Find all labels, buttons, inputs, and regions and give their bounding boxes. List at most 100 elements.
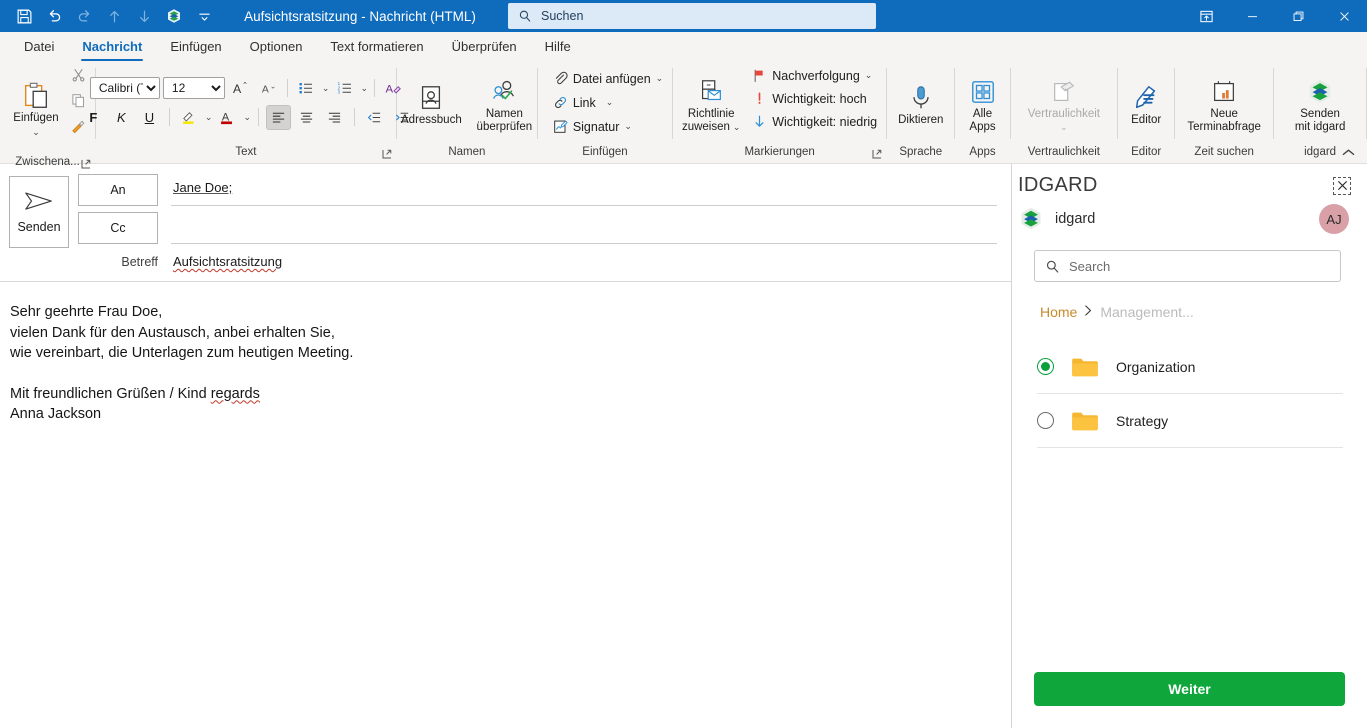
ribbon-group-findtime: Neue Terminabfrage Zeit suchen (1175, 62, 1273, 163)
close-icon[interactable] (1321, 0, 1367, 32)
numbering-chevron-icon[interactable]: ⌄ (360, 83, 368, 94)
idgard-task-pane: IDGARD idgard AJ Search Home Management.… (1012, 164, 1367, 728)
up-arrow-icon[interactable] (100, 3, 128, 29)
redo-icon[interactable] (70, 3, 98, 29)
italic-button[interactable]: K (109, 105, 134, 130)
high-importance-button[interactable]: Wichtigkeit: hoch (747, 87, 882, 110)
font-family-select[interactable]: Calibri (T (89, 77, 160, 99)
all-apps-button[interactable]: Alle Apps (960, 72, 1006, 134)
send-button[interactable]: Senden (9, 176, 69, 248)
align-left-button[interactable] (265, 104, 291, 130)
idgard-label-2: mit idgard (1294, 120, 1346, 133)
sensitivity-icon (1050, 76, 1078, 108)
shrink-font-button[interactable]: A ⌄ (256, 76, 281, 101)
font-color-chevron-icon[interactable]: ⌄ (243, 112, 251, 123)
compose-header: Senden An Jane Doe; Cc Betreff Aufsichts… (0, 164, 1011, 282)
panel-close-button[interactable] (1333, 176, 1351, 195)
down-arrow-icon[interactable] (130, 3, 158, 29)
ribbon-group-speech: Diktieren Sprache (887, 62, 954, 163)
attach-file-button[interactable]: Datei anfügen ⌄ (548, 67, 668, 90)
panel-search-input[interactable]: Search (1034, 250, 1341, 282)
font-color-button[interactable]: A (215, 105, 240, 130)
chevron-down-icon[interactable]: ⌄ (606, 97, 614, 108)
panel-title-row: IDGARD (1012, 164, 1367, 201)
subject-field[interactable]: Aufsichtsratsitzung (171, 252, 997, 272)
breadcrumb-home[interactable]: Home (1040, 304, 1077, 320)
collapse-ribbon-button[interactable] (1337, 142, 1359, 162)
list-item[interactable]: Strategy (1037, 394, 1343, 448)
chevron-down-icon[interactable]: ⌄ (733, 121, 741, 134)
bullet-chevron-icon[interactable]: ⌄ (322, 83, 330, 94)
tab-optionen[interactable]: Optionen (236, 35, 317, 62)
speech-group-label: Sprache (899, 146, 943, 158)
assign-policy-button[interactable]: Richtlinie zuweisen ⌄ (679, 72, 743, 134)
body-line: vielen Dank für den Austausch, anbei erh… (10, 324, 335, 341)
flag-icon (754, 69, 763, 83)
tab-ueberpruefen[interactable]: Überprüfen (438, 35, 531, 62)
cc-field[interactable] (171, 212, 997, 244)
signature-button[interactable]: Signatur ⌄ (548, 115, 637, 138)
bold-button[interactable]: F (81, 105, 106, 130)
tab-hilfe[interactable]: Hilfe (531, 35, 585, 62)
undo-icon[interactable] (40, 3, 68, 29)
highlight-color-button[interactable] (177, 105, 202, 130)
cc-button[interactable]: Cc (78, 212, 158, 244)
minimize-icon[interactable] (1229, 0, 1275, 32)
tab-einfuegen[interactable]: Einfügen (156, 35, 235, 62)
align-center-button[interactable] (294, 105, 319, 130)
restore-icon[interactable] (1275, 0, 1321, 32)
folder-radio-selected[interactable] (1037, 358, 1054, 375)
body-signoff: Mit freundlichen Grüßen / Kind regards (10, 384, 995, 405)
subject-label: Betreff (121, 255, 158, 269)
sensitivity-label: Vertraulichkeit (1027, 107, 1100, 120)
idgard-logo-icon (1306, 76, 1334, 108)
numbered-list-button[interactable]: 123 (332, 76, 357, 101)
grow-font-button[interactable]: A ⌃ (228, 76, 253, 101)
message-body[interactable]: Sehr geehrte Frau Doe, vielen Dank für d… (0, 282, 1011, 728)
link-button[interactable]: Link ⌄ (548, 91, 618, 114)
idgard-logo-icon[interactable] (160, 3, 188, 29)
new-meeting-poll-button[interactable]: Neue Terminabfrage (1179, 72, 1269, 134)
highlight-chevron-icon[interactable]: ⌄ (205, 112, 213, 123)
ribbon-display-options-icon[interactable] (1183, 0, 1229, 32)
text-dialog-launcher-icon[interactable] (382, 147, 392, 159)
continue-button[interactable]: Weiter (1034, 672, 1345, 706)
cc-row: Cc (78, 212, 997, 244)
list-item[interactable]: Organization (1037, 340, 1343, 394)
underline-button[interactable]: U (137, 105, 162, 130)
idgard-logo-icon (1021, 207, 1041, 230)
search-input[interactable]: Suchen (508, 3, 876, 29)
low-importance-button[interactable]: Wichtigkeit: niedrig (747, 110, 882, 133)
tab-nachricht[interactable]: Nachricht (68, 35, 156, 62)
dictate-button[interactable]: Diktieren (891, 78, 950, 127)
panel-title: IDGARD (1018, 174, 1098, 196)
align-right-button[interactable] (322, 105, 347, 130)
avatar[interactable]: AJ (1319, 204, 1349, 234)
font-size-select[interactable]: 12 (162, 77, 225, 99)
editor-button[interactable]: Editor (1123, 78, 1169, 127)
to-field[interactable]: Jane Doe; (171, 174, 997, 206)
cut-button[interactable] (66, 62, 91, 87)
search-placeholder: Suchen (541, 9, 584, 23)
chevron-down-icon[interactable]: ⌄ (32, 126, 40, 139)
tab-text-formatieren[interactable]: Text formatieren (316, 35, 437, 62)
decrease-indent-button[interactable] (362, 105, 387, 130)
tab-datei[interactable]: Datei (10, 35, 68, 62)
save-icon[interactable] (10, 3, 38, 29)
breadcrumb-current[interactable]: Management... (1100, 304, 1193, 320)
breadcrumb: Home Management... (1012, 282, 1367, 320)
send-with-idgard-button[interactable]: Senden mit idgard (1278, 72, 1362, 134)
check-names-button[interactable]: Namen überprüfen (476, 72, 533, 134)
address-book-button[interactable]: Adressbuch (401, 78, 462, 127)
folder-radio[interactable] (1037, 412, 1054, 429)
bullet-list-button[interactable] (294, 76, 319, 101)
chevron-down-icon[interactable]: ⌄ (865, 70, 873, 81)
to-button[interactable]: An (78, 174, 158, 206)
findtime-label-2: Terminabfrage (1187, 120, 1261, 133)
tags-dialog-launcher-icon[interactable] (872, 147, 882, 159)
customize-qat-icon[interactable] (190, 3, 218, 29)
chevron-down-icon[interactable]: ⌄ (624, 121, 632, 132)
paste-button[interactable]: Einfügen ⌄ (8, 76, 64, 139)
follow-up-button[interactable]: Nachverfolgung ⌄ (747, 64, 882, 87)
chevron-down-icon[interactable]: ⌄ (656, 73, 664, 84)
